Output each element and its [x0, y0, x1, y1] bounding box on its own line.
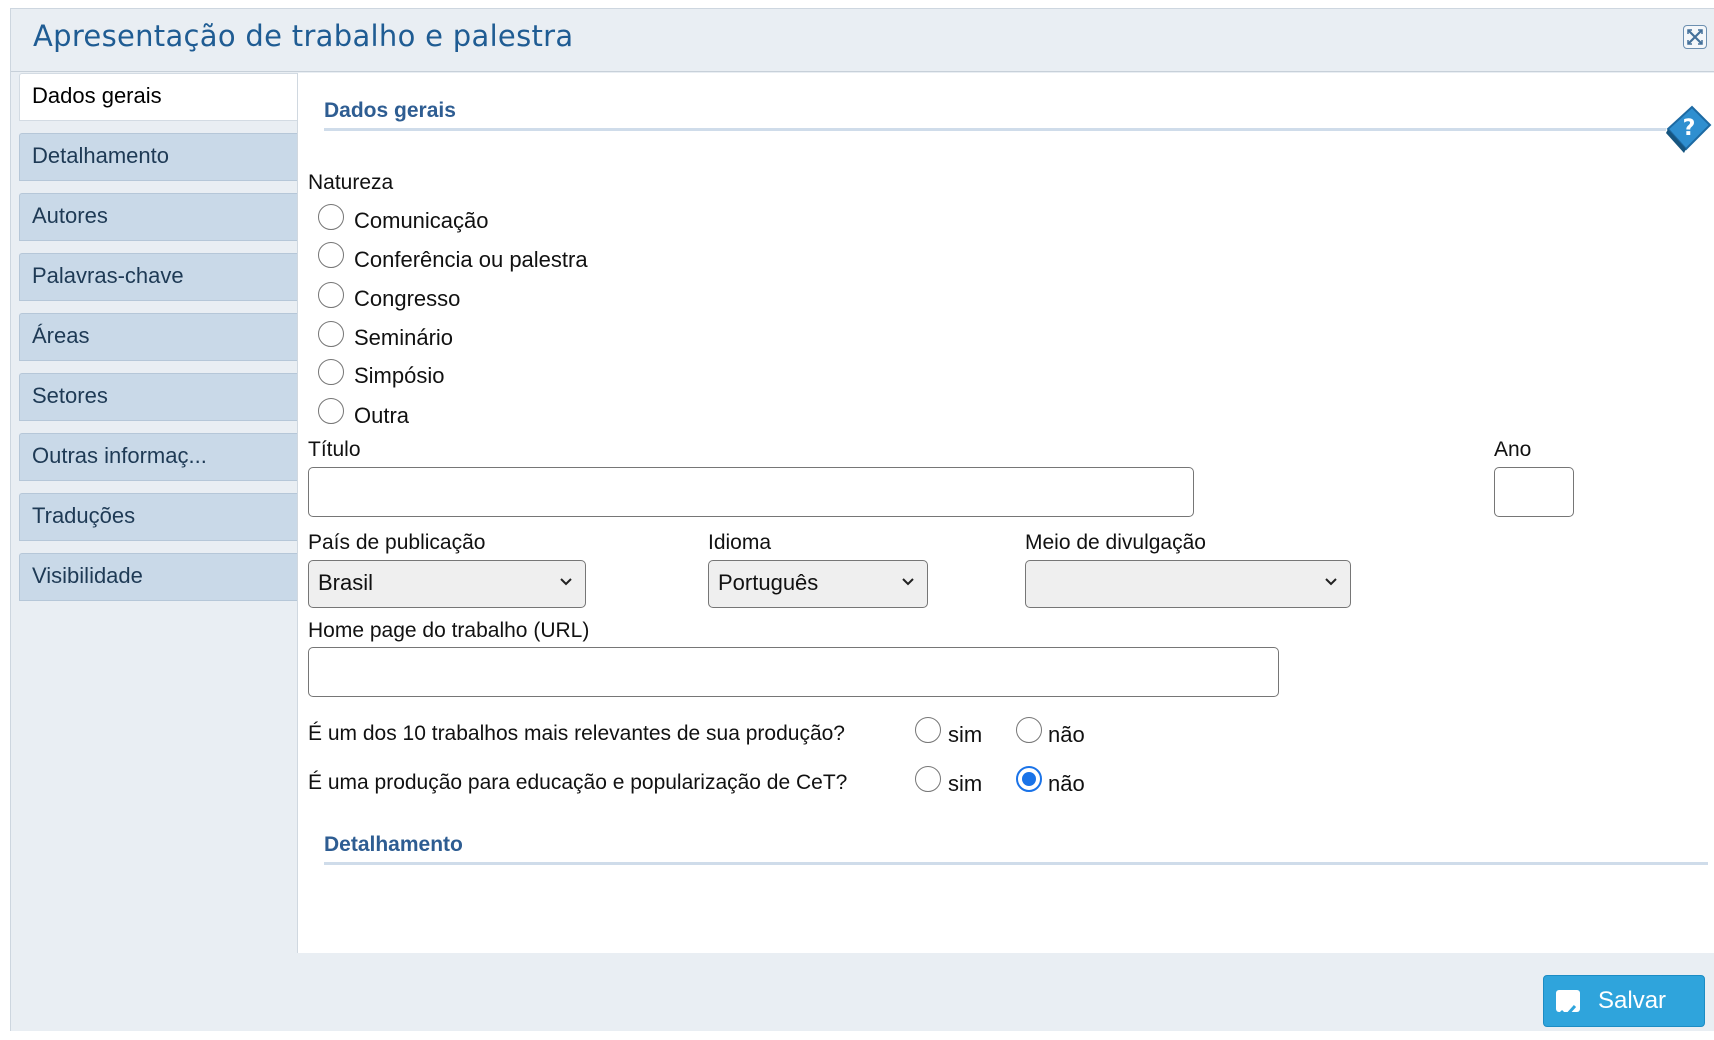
- pais-select-value: Brasil: [318, 570, 374, 595]
- natureza-option-label: Conferência ou palestra: [354, 247, 588, 272]
- chevron-down-icon: [902, 578, 914, 586]
- ano-input[interactable]: [1494, 467, 1574, 517]
- natureza-radio-conferencia[interactable]: [318, 242, 344, 268]
- tab-traducoes[interactable]: Traduções: [19, 493, 303, 541]
- natureza-radio-congresso[interactable]: [318, 282, 344, 308]
- idioma-select-value: Português: [718, 570, 819, 595]
- natureza-radio-simposio[interactable]: [318, 359, 344, 385]
- relevant-question: É um dos 10 trabalhos mais relevantes de…: [308, 722, 845, 745]
- checkbox-icon: [1556, 990, 1580, 1019]
- natureza-radio-seminario[interactable]: [318, 321, 344, 347]
- form-panel: Dados gerais ? Natureza Comunicação Conf…: [297, 73, 1714, 953]
- titulo-label: Título: [308, 438, 361, 461]
- education-sim-radio[interactable]: [915, 766, 941, 792]
- section-title-detalhamento: Detalhamento: [324, 833, 463, 856]
- dialog-titlebar: Apresentação de trabalho e palestra: [11, 9, 1714, 72]
- tab-outras-informacoes[interactable]: Outras informaç...: [19, 433, 303, 481]
- svg-text:?: ?: [1683, 116, 1696, 141]
- tab-dados-gerais[interactable]: Dados gerais: [19, 73, 305, 121]
- save-button-label: Salvar: [1598, 987, 1667, 1014]
- tab-list: Dados gerais Detalhamento Autores Palavr…: [19, 73, 305, 613]
- help-icon[interactable]: ?: [1658, 99, 1714, 160]
- pais-select[interactable]: Brasil: [308, 560, 586, 608]
- relevant-nao-radio[interactable]: [1016, 717, 1042, 743]
- section-divider: [324, 862, 1708, 865]
- section-title-dados-gerais: Dados gerais: [324, 99, 456, 122]
- idioma-label: Idioma: [708, 531, 772, 554]
- education-nao-label: não: [1048, 771, 1085, 796]
- natureza-option-label: Simpósio: [354, 363, 445, 388]
- pais-label: País de publicação: [308, 531, 486, 554]
- relevant-sim-label: sim: [948, 722, 983, 747]
- homepage-label: Home page do trabalho (URL): [308, 619, 590, 642]
- tab-detalhamento[interactable]: Detalhamento: [19, 133, 303, 181]
- education-question: É uma produção para educação e populariz…: [308, 771, 848, 794]
- natureza-label: Natureza: [308, 171, 394, 194]
- natureza-radio-comunicacao[interactable]: [318, 204, 344, 230]
- tab-areas[interactable]: Áreas: [19, 313, 303, 361]
- tab-palavras-chave[interactable]: Palavras-chave: [19, 253, 303, 301]
- chevron-down-icon: [560, 578, 572, 586]
- meio-select[interactable]: [1025, 560, 1351, 608]
- education-nao-radio[interactable]: [1016, 766, 1042, 792]
- idioma-select[interactable]: Português: [708, 560, 928, 608]
- dialog-title: Apresentação de trabalho e palestra: [33, 19, 574, 53]
- homepage-input[interactable]: [308, 647, 1279, 697]
- dialog-window: Apresentação de trabalho e palestra Dado…: [10, 8, 1714, 1031]
- natureza-option-label: Seminário: [354, 325, 454, 350]
- save-button[interactable]: Salvar: [1543, 975, 1705, 1027]
- chevron-down-icon: [1325, 578, 1337, 586]
- section-divider: [324, 128, 1666, 131]
- tab-autores[interactable]: Autores: [19, 193, 303, 241]
- education-sim-label: sim: [948, 771, 983, 796]
- natureza-option-label: Comunicação: [354, 208, 489, 233]
- natureza-radio-outra[interactable]: [318, 398, 344, 424]
- natureza-option-label: Congresso: [354, 286, 461, 311]
- natureza-option-label: Outra: [354, 403, 410, 428]
- close-icon[interactable]: [1683, 25, 1707, 49]
- relevant-sim-radio[interactable]: [915, 717, 941, 743]
- relevant-nao-label: não: [1048, 722, 1085, 747]
- ano-label: Ano: [1494, 438, 1532, 461]
- meio-label: Meio de divulgação: [1025, 531, 1206, 554]
- tab-setores[interactable]: Setores: [19, 373, 303, 421]
- titulo-input[interactable]: [308, 467, 1194, 517]
- tab-visibilidade[interactable]: Visibilidade: [19, 553, 303, 601]
